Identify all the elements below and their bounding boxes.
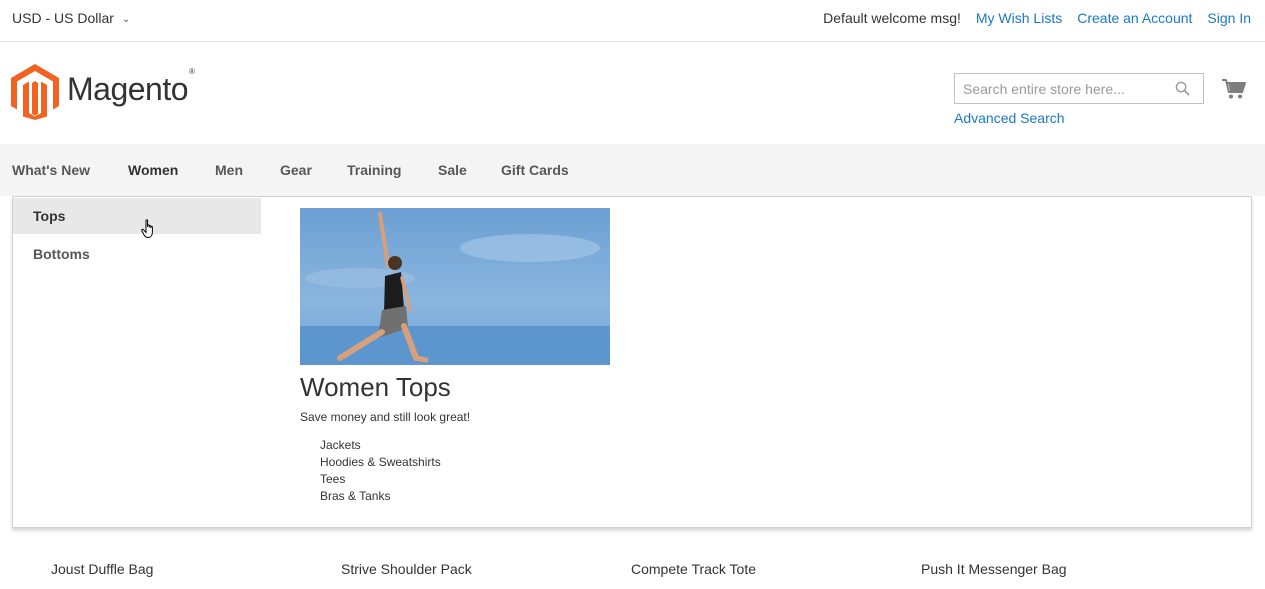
nav-item-training[interactable]: Training [347,162,401,178]
hand-pointer-icon [141,219,153,239]
magento-logo-icon [11,63,59,120]
promo-link-jackets[interactable]: Jackets [320,437,441,454]
create-account-link[interactable]: Create an Account [1077,10,1192,26]
nav-item-gift-cards[interactable]: Gift Cards [501,162,569,178]
chevron-down-icon: ⌄ [121,14,131,25]
cart-icon[interactable] [1222,78,1246,100]
submenu-item-bottoms[interactable]: Bottoms [13,236,261,272]
promo-link-hoodies[interactable]: Hoodies & Sweatshirts [320,454,441,471]
my-wish-lists-link[interactable]: My Wish Lists [976,10,1062,26]
sign-in-link[interactable]: Sign In [1207,10,1251,26]
promo-subtitle: Save money and still look great! [300,410,471,424]
search-input[interactable] [955,74,1165,103]
currency-label: USD - US Dollar [12,10,114,26]
advanced-search-link[interactable]: Advanced Search [954,110,1065,126]
product-link-joust-duffle-bag[interactable]: Joust Duffle Bag [51,561,153,577]
nav-item-men[interactable]: Men [215,162,243,178]
store-logo[interactable]: Magento® [11,63,195,120]
welcome-message: Default welcome msg! [823,10,961,26]
product-link-push-it-messenger-bag[interactable]: Push It Messenger Bag [921,561,1067,577]
search-icon[interactable] [1175,81,1190,96]
women-tops-promo-image[interactable] [300,208,610,365]
submenu-item-tops[interactable]: Tops [13,198,261,234]
nav-item-sale[interactable]: Sale [438,162,467,178]
top-bar: USD - US Dollar ⌄ Default welcome msg! My… [0,0,1265,42]
nav-item-gear[interactable]: Gear [280,162,312,178]
promo-title: Women Tops [300,372,451,402]
main-navigation: What's New Women Men Gear Training Sale … [0,144,1265,196]
header-links: Default welcome msg! My Wish Lists Creat… [823,10,1251,26]
currency-switcher[interactable]: USD - US Dollar ⌄ [12,10,130,26]
promo-link-tees[interactable]: Tees [320,471,441,488]
product-link-strive-shoulder-pack[interactable]: Strive Shoulder Pack [341,561,472,577]
promo-link-bras-tanks[interactable]: Bras & Tanks [320,488,441,505]
logo-wordmark: Magento® [67,67,195,107]
nav-item-whats-new[interactable]: What's New [12,162,90,178]
product-link-compete-track-tote[interactable]: Compete Track Tote [631,561,756,577]
search-box [954,73,1204,104]
women-submenu: Tops Bottoms Women Tops Save money and s… [12,196,1252,528]
promo-category-list: Jackets Hoodies & Sweatshirts Tees Bras … [320,437,441,505]
nav-item-women[interactable]: Women [128,162,178,178]
